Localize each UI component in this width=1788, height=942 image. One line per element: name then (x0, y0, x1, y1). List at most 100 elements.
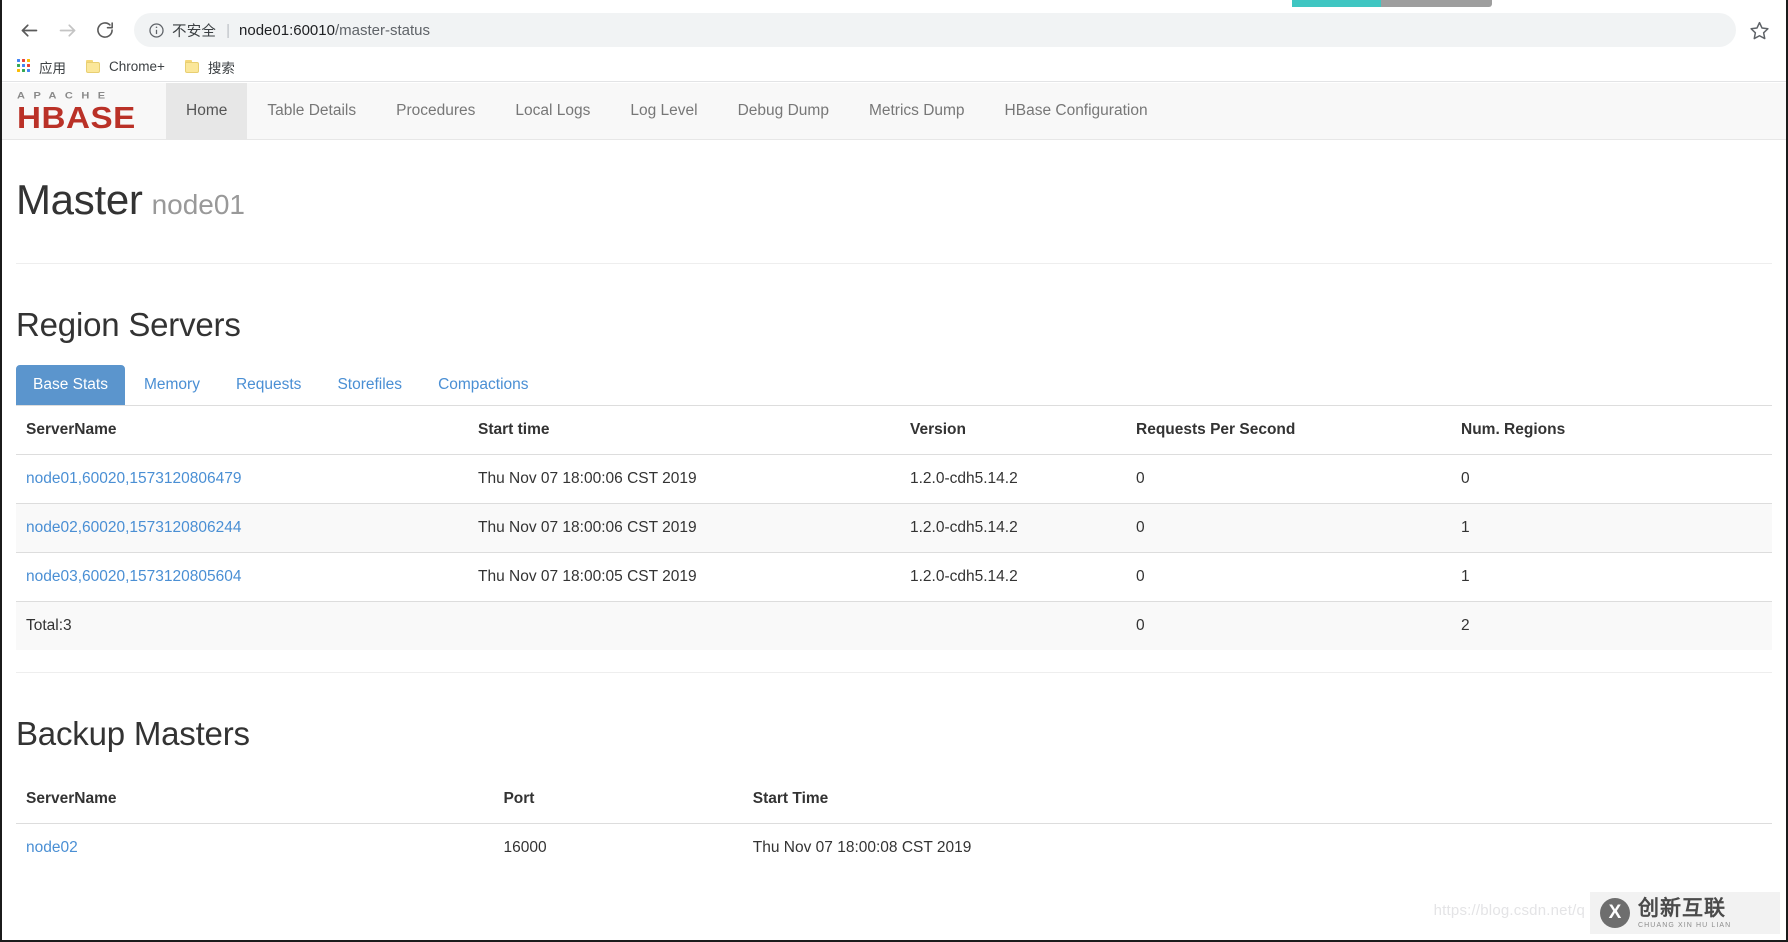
col-backup-server-name: ServerName (16, 774, 494, 824)
security-status-text: 不安全 (172, 23, 217, 40)
tab-storefiles[interactable]: Storefiles (320, 365, 421, 405)
cell-total-requests-per-second: 0 (1126, 601, 1451, 651)
backup-masters-table-scroll: ServerName Port Start Time node02 16000 … (16, 774, 1772, 872)
cell-start-time: Thu Nov 07 18:00:05 CST 2019 (468, 552, 900, 602)
divider-below-title (16, 263, 1772, 265)
nav-item-table-details[interactable]: Table Details (247, 83, 376, 139)
tab-remnant-accent (1292, 0, 1381, 7)
col-backup-start-time: Start Time (742, 774, 1772, 824)
bookmark-apps-label: 应用 (39, 60, 66, 76)
url-host: node01:60010 (239, 21, 335, 39)
cell-total-label: Total:3 (16, 601, 468, 651)
cell-server-name: node01,60020,1573120806479 (16, 454, 468, 504)
tab-base-stats[interactable]: Base Stats (16, 365, 127, 406)
back-arrow-icon (21, 23, 37, 37)
hbase-navbar: APACHE HBASE Home Table Details Procedur… (0, 83, 1788, 140)
cell-version: 1.2.0-cdh5.14.2 (900, 503, 1126, 553)
page-title-host: node01 (151, 189, 245, 220)
address-bar[interactable]: 不安全 | node01:60010 /master-status (134, 13, 1736, 47)
reload-icon (97, 22, 113, 38)
cell-start-time: Thu Nov 07 18:00:06 CST 2019 (468, 454, 900, 504)
region-servers-tabs: Base Stats Memory Requests Storefiles Co… (16, 365, 1772, 407)
cell-total-num-regions: 2 (1451, 601, 1772, 651)
apps-grid-icon (17, 59, 32, 74)
chuangxin-cn-text: 创新互联 (1638, 896, 1726, 920)
table-header-row: ServerName Start time Version Requests P… (16, 406, 1772, 456)
col-server-name: ServerName (16, 406, 468, 456)
chuangxin-hulian-badge: X 创新互联 CHUANG XIN HU LIAN (1590, 892, 1780, 934)
tab-memory[interactable]: Memory (127, 365, 219, 405)
region-servers-table: ServerName Start time Version Requests P… (16, 406, 1772, 651)
cell-backup-start-time: Thu Nov 07 18:00:08 CST 2019 (742, 822, 1772, 872)
cell-requests-per-second: 0 (1126, 503, 1451, 553)
table-bottom-spacer (16, 650, 1772, 672)
hbase-logo[interactable]: APACHE HBASE (17, 83, 148, 139)
divider-below-region-servers (16, 672, 1772, 674)
cell-num-regions: 1 (1451, 552, 1772, 602)
back-button[interactable] (10, 11, 48, 49)
logo-hbase-text: HBASE (17, 100, 136, 135)
cell-backup-port: 16000 (493, 822, 743, 872)
nav-item-log-level[interactable]: Log Level (610, 83, 717, 139)
page-title-main: Master (16, 176, 143, 223)
region-servers-table-scroll: ServerName Start time Version Requests P… (16, 406, 1772, 651)
backup-server-link[interactable]: node02 (26, 839, 78, 856)
col-num-regions: Num. Regions (1451, 406, 1772, 456)
bookmark-chrome-plus[interactable]: Chrome+ (81, 55, 174, 79)
backup-masters-table: ServerName Port Start Time node02 16000 … (16, 774, 1772, 872)
col-requests-per-second: Requests Per Second (1126, 406, 1451, 456)
page-container: Master node01 Region Servers Base Stats M… (0, 176, 1788, 872)
table-row: node03,60020,1573120805604 Thu Nov 07 18… (16, 552, 1772, 602)
table-header-row: ServerName Port Start Time (16, 774, 1772, 824)
server-link[interactable]: node02,60020,1573120806244 (26, 519, 242, 536)
forward-button[interactable] (48, 11, 86, 49)
cell-num-regions: 1 (1451, 503, 1772, 553)
table-row: node02,60020,1573120806244 Thu Nov 07 18… (16, 503, 1772, 553)
region-servers-heading: Region Servers (16, 306, 241, 344)
cell-version: 1.2.0-cdh5.14.2 (900, 454, 1126, 504)
nav-item-debug-dump[interactable]: Debug Dump (718, 83, 849, 139)
col-version: Version (900, 406, 1126, 456)
col-start-time: Start time (468, 406, 900, 456)
cell-total-start-time (468, 601, 900, 651)
tab-storefiles-link[interactable]: Storefiles (320, 365, 419, 405)
table-row: node02 16000 Thu Nov 07 18:00:08 CST 201… (16, 822, 1772, 872)
forward-arrow-icon (59, 23, 75, 37)
page-viewport: APACHE HBASE Home Table Details Procedur… (0, 83, 1788, 942)
chuangxin-en-text: CHUANG XIN HU LIAN (1638, 921, 1732, 929)
hbase-nav-items: Home Table Details Procedures Local Logs… (166, 83, 1168, 139)
cell-total-version (900, 601, 1126, 651)
security-divider: | (226, 21, 231, 39)
nav-item-hbase-configuration[interactable]: HBase Configuration (985, 83, 1168, 139)
nav-item-procedures[interactable]: Procedures (376, 83, 495, 139)
info-circle-icon (149, 22, 164, 38)
bookmark-search[interactable]: 搜索 (180, 55, 244, 79)
cell-backup-server-name: node02 (16, 822, 494, 872)
col-backup-port: Port (493, 774, 743, 824)
page-title: Master node01 (16, 176, 1772, 223)
folder-icon (184, 59, 201, 74)
star-icon (1749, 21, 1769, 39)
nav-item-home[interactable]: Home (166, 83, 248, 139)
cell-server-name: node02,60020,1573120806244 (16, 503, 468, 553)
reload-button[interactable] (86, 11, 124, 49)
cell-start-time: Thu Nov 07 18:00:06 CST 2019 (468, 503, 900, 553)
cell-num-regions: 0 (1451, 454, 1772, 504)
tab-compactions-link[interactable]: Compactions (421, 365, 545, 405)
bookmark-star-button[interactable] (1742, 13, 1776, 47)
bookmarks-bar: 应用 Chrome+ 搜索 (0, 52, 1788, 82)
server-link[interactable]: node01,60020,1573120806479 (26, 470, 242, 487)
table-row: node01,60020,1573120806479 Thu Nov 07 18… (16, 454, 1772, 504)
cell-server-name: node03,60020,1573120805604 (16, 552, 468, 602)
server-link[interactable]: node03,60020,1573120805604 (26, 568, 242, 585)
nav-item-local-logs[interactable]: Local Logs (495, 83, 610, 139)
tab-requests[interactable]: Requests (219, 365, 320, 405)
tab-strip (0, 0, 1788, 8)
tab-requests-link[interactable]: Requests (219, 365, 318, 405)
tab-base-stats-link[interactable]: Base Stats (16, 365, 125, 406)
tab-compactions[interactable]: Compactions (421, 365, 547, 405)
bookmark-apps[interactable]: 应用 (13, 55, 75, 79)
tab-memory-link[interactable]: Memory (127, 365, 217, 405)
chuangxin-text: 创新互联 CHUANG XIN HU LIAN (1638, 898, 1731, 929)
nav-item-metrics-dump[interactable]: Metrics Dump (849, 83, 985, 139)
